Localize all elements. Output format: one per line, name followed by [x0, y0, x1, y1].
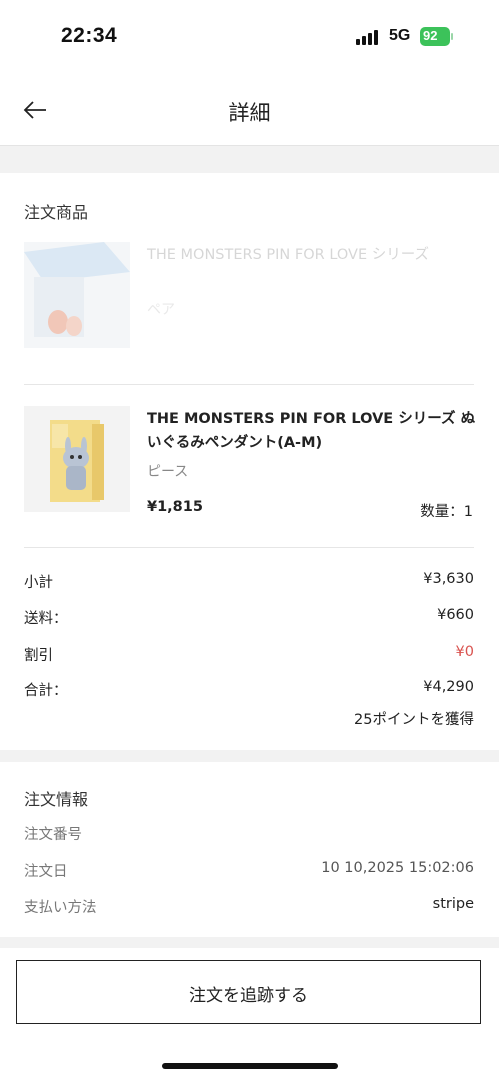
- product-name: THE MONSTERS PIN FOR LOVE シリーズ: [147, 247, 430, 263]
- discount-row: 割引 ¥0: [24, 644, 474, 668]
- subtotal-value: ¥3,630: [423, 571, 474, 587]
- home-indicator[interactable]: [162, 1063, 338, 1069]
- shipping-label: 送料：: [24, 611, 68, 627]
- network-type: 5G: [389, 27, 411, 44]
- page-title: 詳細: [228, 101, 271, 125]
- payment-method-label: 支払い方法: [24, 900, 97, 916]
- product-thumbnail[interactable]: [24, 242, 130, 348]
- subtotal-row: 小計 ¥3,630: [24, 571, 474, 595]
- status-time: 22:34: [61, 24, 118, 47]
- product-thumbnail[interactable]: [24, 406, 130, 512]
- battery-icon: 92: [420, 27, 453, 46]
- page-header: 詳細: [0, 75, 499, 146]
- divider: [24, 384, 474, 385]
- track-order-button[interactable]: 注文を追跡する: [16, 960, 481, 1024]
- battery-level: 92: [423, 28, 438, 43]
- discount-label: 割引: [24, 648, 53, 664]
- order-items-card: 注文商品 THE MONSTERS PIN FOR LOVE シリーズ ペア T…: [0, 173, 499, 750]
- payment-method-row: 支払い方法 stripe: [24, 896, 474, 920]
- status-bar: 22:34 5G 92: [0, 0, 499, 75]
- track-order-label: 注文を追跡する: [189, 986, 308, 1006]
- subtotal-label: 小計: [24, 575, 53, 591]
- shipping-value: ¥660: [437, 607, 474, 623]
- product-name: THE MONSTERS PIN FOR LOVE シリーズ ぬいぐるみペンダン…: [147, 411, 476, 451]
- section-title-order-info: 注文情報: [24, 790, 89, 809]
- bottom-bar: 注文を追跡する: [0, 948, 499, 1080]
- product-variant: ピース: [147, 464, 189, 480]
- signal-bars-icon: [356, 29, 382, 45]
- product-quantity: 数量：1: [420, 504, 473, 520]
- product-price: ¥1,815: [147, 499, 203, 515]
- order-number-label: 注文番号: [24, 827, 82, 843]
- total-value: ¥4,290: [423, 679, 474, 695]
- section-title-order-items: 注文商品: [24, 203, 89, 222]
- order-date-row: 注文日 10 10,2025 15:02:06: [24, 860, 474, 884]
- order-number-row: 注文番号: [24, 823, 474, 847]
- points-earned: 25ポイントを獲得: [354, 712, 474, 728]
- total-row: 合計： ¥4,290: [24, 679, 474, 703]
- payment-method-value: stripe: [432, 896, 474, 912]
- product-variant: ペア: [147, 302, 175, 318]
- total-label: 合計：: [24, 683, 68, 699]
- shipping-row: 送料： ¥660: [24, 607, 474, 631]
- divider: [24, 547, 474, 548]
- order-date-value: 10 10,2025 15:02:06: [321, 860, 474, 876]
- order-info-card: 注文情報 注文番号 注文日 10 10,2025 15:02:06 支払い方法 …: [0, 762, 499, 937]
- order-date-label: 注文日: [24, 864, 68, 880]
- discount-value: ¥0: [455, 644, 474, 660]
